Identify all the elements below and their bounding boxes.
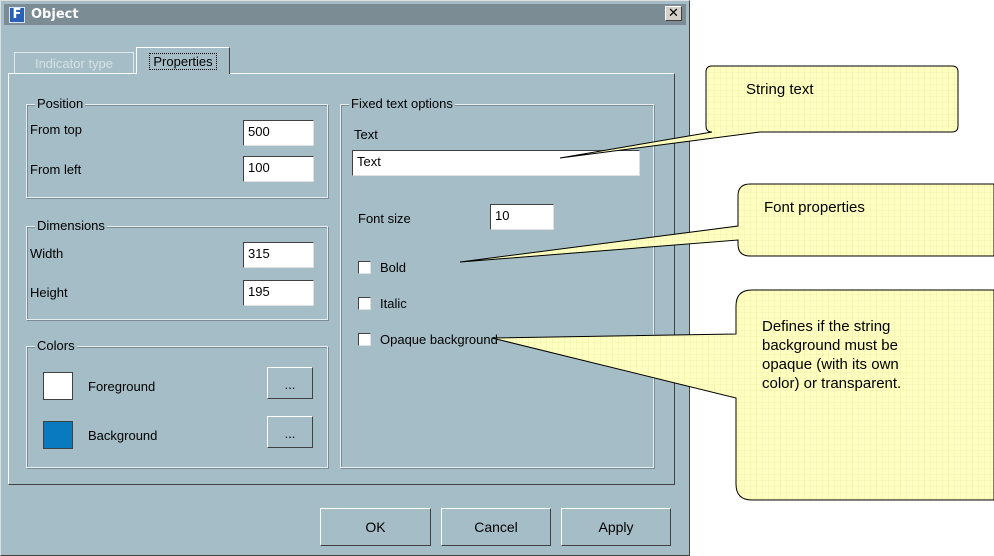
callout-string-text-label: String text <box>746 81 814 98</box>
from-left-input[interactable]: 100 <box>243 156 314 182</box>
italic-option[interactable]: Italic <box>358 296 407 311</box>
position-legend: Position <box>35 96 86 111</box>
opaque-option[interactable]: Opaque background <box>358 332 498 347</box>
callout-font-properties-label: Font properties <box>764 199 865 216</box>
height-input[interactable]: 195 <box>243 280 314 306</box>
close-button[interactable]: ✕ <box>665 6 682 21</box>
foreground-swatch[interactable] <box>43 372 73 400</box>
width-input[interactable]: 315 <box>243 242 314 268</box>
font-size-input[interactable]: 10 <box>490 204 554 230</box>
background-swatch[interactable] <box>43 421 73 449</box>
bold-label: Bold <box>380 260 407 275</box>
tab-properties[interactable]: Properties <box>136 47 230 74</box>
window-title: Object <box>31 7 79 22</box>
ok-button[interactable]: OK <box>320 508 431 546</box>
foreground-label: Foreground <box>88 379 156 394</box>
from-top-label: From top <box>30 122 83 137</box>
bold-checkbox[interactable] <box>358 261 371 274</box>
italic-checkbox[interactable] <box>358 297 371 310</box>
bold-option[interactable]: Bold <box>358 260 406 275</box>
fixed-text-legend: Fixed text options <box>349 96 455 111</box>
callout-opaque-line2: background must be <box>762 337 898 354</box>
from-left-label: From left <box>30 162 82 177</box>
foreground-picker-button[interactable]: ... <box>267 367 313 399</box>
text-input[interactable]: Text <box>352 150 640 176</box>
dimensions-legend: Dimensions <box>35 218 107 233</box>
colors-group: Colors <box>26 338 328 468</box>
tab-indicator-type[interactable]: Indicator type <box>14 52 134 74</box>
apply-button[interactable]: Apply <box>561 508 671 546</box>
height-label: Height <box>30 285 68 300</box>
cancel-button[interactable]: Cancel <box>441 508 551 546</box>
callout-opaque-line3: opaque (with its own <box>762 356 899 373</box>
italic-label: Italic <box>380 296 407 311</box>
callout-opaque-line1: Defines if the string <box>762 318 891 335</box>
background-label: Background <box>88 428 158 443</box>
opaque-checkbox[interactable] <box>358 333 371 346</box>
from-top-input[interactable]: 500 <box>243 120 314 146</box>
opaque-label: Opaque background <box>380 332 498 347</box>
tab-properties-label: Properties <box>149 52 217 70</box>
width-label: Width <box>30 246 64 261</box>
text-label: Text <box>354 127 378 142</box>
background-picker-button[interactable]: ... <box>267 416 313 448</box>
position-group: Position <box>26 96 328 198</box>
font-size-label: Font size <box>358 211 411 226</box>
title-bar[interactable]: F Object ✕ <box>4 4 686 25</box>
callout-opaque-line4: color) or transparent. <box>762 375 902 392</box>
colors-legend: Colors <box>35 338 77 353</box>
app-icon: F <box>9 6 25 23</box>
